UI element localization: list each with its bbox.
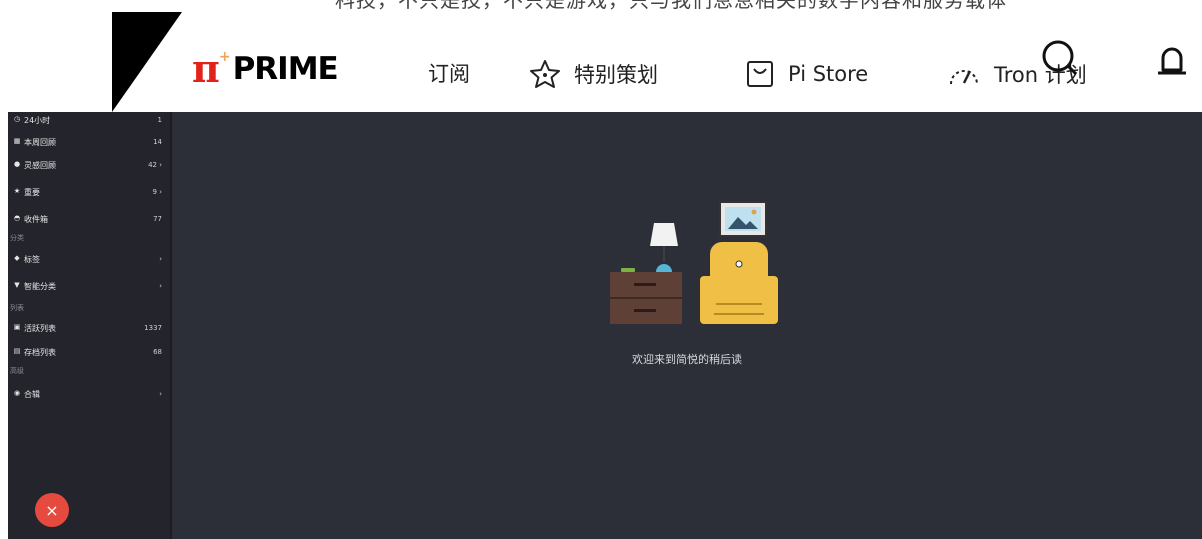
star-icon: ★ — [13, 187, 21, 195]
speedometer-icon — [950, 70, 978, 85]
sidebar-item-weekly-review[interactable]: ▦ 本周回顾 14 — [8, 134, 170, 150]
sidebar-item-label: 智能分类 — [24, 282, 56, 291]
collection-icon: ◉ — [13, 389, 21, 397]
sidebar-item-label: 收件箱 — [24, 215, 48, 224]
sidebar-item-count: 77 — [153, 215, 162, 223]
empty-state-message: 欢迎来到简悦的稍后读 — [632, 353, 742, 366]
sidebar-item-label: 标签 — [24, 255, 40, 264]
empty-state-illustration — [610, 201, 778, 324]
inbox-icon: ◓ — [13, 214, 21, 222]
shopping-bag-icon — [747, 61, 773, 87]
nav-subscribe[interactable]: 订阅 — [428, 58, 470, 88]
chevron-right-icon: › — [159, 282, 162, 290]
archive-icon: ▤ — [13, 347, 21, 355]
filter-icon: ▼ — [14, 281, 20, 289]
sidebar-item-count: 1 — [157, 116, 162, 124]
sidebar-item-label: 24小时 — [24, 116, 51, 125]
sidebar-item-inbox[interactable]: ◓ 收件箱 77 — [8, 211, 170, 227]
sidebar-item-label: 合辑 — [24, 390, 40, 399]
window-left-edge — [0, 112, 8, 539]
sidebar-item-inspiration-review[interactable]: ● 灵感回顾 42 › — [8, 157, 170, 173]
logo-pi-mark: π — [192, 46, 220, 91]
nav-special-feature[interactable]: 特别策划 — [528, 58, 658, 90]
sidebar-item-collections[interactable]: ◉ 合辑 › — [8, 386, 170, 402]
sidebar-item-label: 活跃列表 — [24, 324, 56, 333]
search-icon[interactable] — [1040, 38, 1078, 78]
sidebar: ◷ 24小时 1 ▦ 本周回顾 14 ● 灵感回顾 42 › ★ 重要 9 › … — [8, 112, 170, 539]
sidebar-item-count: 1337 — [144, 324, 162, 332]
sidebar-item-label: 存档列表 — [24, 348, 56, 357]
logo-wordmark: PRIME — [232, 50, 339, 87]
nav-pi-store[interactable]: Pi Store — [744, 58, 868, 90]
bell-icon[interactable] — [1154, 42, 1190, 84]
sidebar-section-category: 分类 — [10, 234, 24, 242]
site-logo[interactable]: π + PRIME — [192, 46, 339, 91]
sidebar-section-advanced: 高级 — [10, 367, 24, 375]
sidebar-item-24h[interactable]: ◷ 24小时 1 — [8, 112, 170, 128]
sidebar-item-active-list[interactable]: ▣ 活跃列表 1337 — [8, 320, 170, 336]
sidebar-section-list: 列表 — [10, 304, 24, 312]
active-list-icon: ▣ — [13, 323, 21, 331]
main-content: 欢迎来到简悦的稍后读 — [172, 112, 1202, 539]
app-window: ◷ 24小时 1 ▦ 本周回顾 14 ● 灵感回顾 42 › ★ 重要 9 › … — [0, 112, 1202, 539]
nav-subscribe-label: 订阅 — [428, 62, 470, 86]
chevron-right-icon: › — [159, 390, 162, 398]
nav-pi-store-label: Pi Store — [788, 62, 869, 86]
close-icon: × — [45, 500, 59, 520]
chevron-right-icon: › — [159, 255, 162, 263]
sidebar-item-smart-category[interactable]: ▼ 智能分类 › — [8, 278, 170, 294]
header-decoration-wedge — [112, 12, 182, 112]
calendar-icon: ▦ — [13, 137, 21, 145]
tag-icon: ◆ — [14, 254, 20, 262]
sidebar-item-count: 9 › — [152, 188, 162, 196]
sidebar-item-label: 灵感回顾 — [24, 161, 56, 170]
site-header: 科技，不只是技，不只是游戏，只与我们息息相关的数字内容和服务载体 π + PRI… — [0, 0, 1202, 112]
sidebar-item-label: 本周回顾 — [24, 138, 56, 147]
sidebar-item-tags[interactable]: ◆ 标签 › — [8, 251, 170, 267]
clock-icon: ◷ — [13, 115, 21, 123]
sidebar-item-important[interactable]: ★ 重要 9 › — [8, 184, 170, 200]
sidebar-item-count: 68 — [153, 348, 162, 356]
sidebar-item-count: 14 — [153, 138, 162, 146]
logo-plus-mark: + — [218, 49, 231, 65]
close-button[interactable]: × — [35, 493, 69, 527]
sidebar-item-count: 42 › — [148, 161, 162, 169]
nav-special-feature-label: 特别策划 — [574, 63, 658, 87]
star-icon — [530, 60, 560, 88]
sidebar-item-label: 重要 — [24, 188, 40, 197]
bulb-icon: ● — [13, 160, 21, 168]
sidebar-item-archive-list[interactable]: ▤ 存档列表 68 — [8, 344, 170, 360]
